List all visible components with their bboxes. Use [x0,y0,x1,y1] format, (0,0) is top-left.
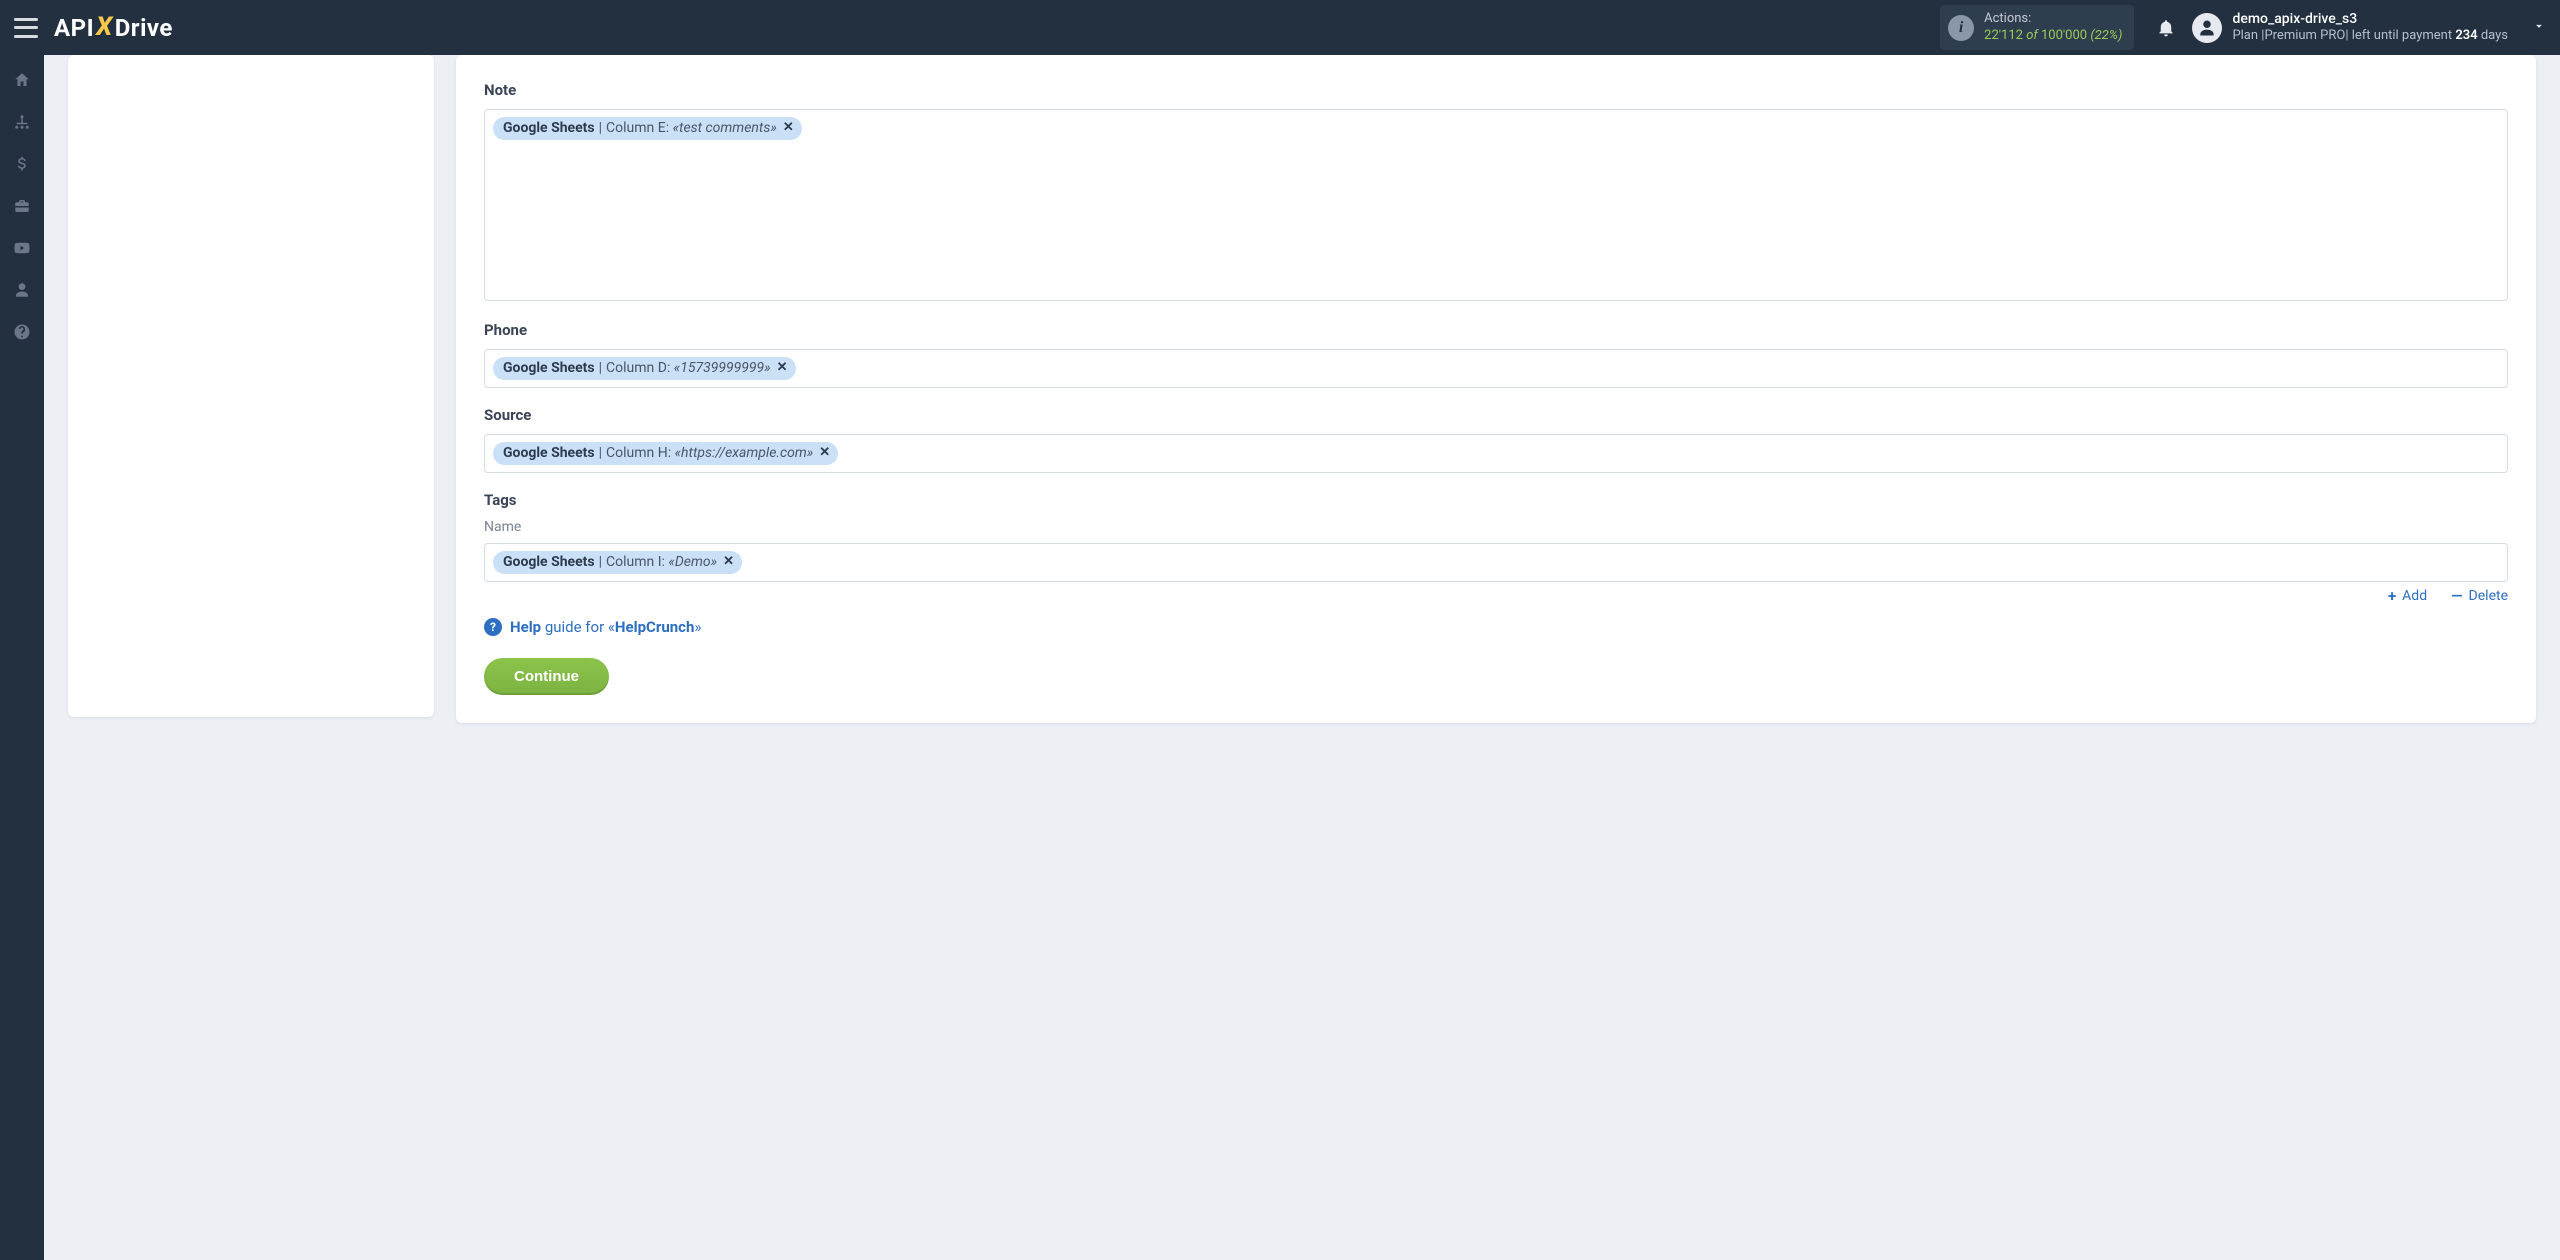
help-word: Help [510,618,541,636]
chip-value: «test comments» [673,119,777,137]
chip-remove-icon[interactable]: ✕ [723,553,734,571]
info-icon: i [1948,15,1974,41]
user-text: demo_apix-drive_s3 Plan |Premium PRO| le… [2232,11,2508,45]
actions-usage-chip[interactable]: i Actions: 22'112 of 100'000 (22%) [1940,5,2134,50]
delete-tag-link[interactable]: — Delete [2451,588,2508,604]
chip-value: «15739999999» [674,359,771,377]
chip-phone[interactable]: Google Sheets | Column D: «15739999999» … [493,357,796,380]
nav-account[interactable] [0,269,44,311]
field-box-note[interactable]: Google Sheets | Column E: «test comments… [484,109,2508,301]
nav-billing[interactable] [0,143,44,185]
add-label: Add [2402,588,2427,604]
chip-remove-icon[interactable]: ✕ [783,119,794,137]
chevron-down-icon[interactable] [2532,19,2546,37]
add-tag-link[interactable]: + Add [2388,588,2427,604]
brand-logo[interactable]: API X Drive [54,13,173,43]
brand-part-x: X [96,12,113,42]
delete-label: Delete [2469,588,2508,604]
workspace: Note Google Sheets | Column E: «test com… [44,55,2560,1260]
chip-source: Google Sheets [503,553,595,571]
nav-home[interactable] [0,59,44,101]
notifications-bell-icon[interactable] [2148,10,2184,46]
label-source: Source [484,406,2508,424]
user-plan-line: Plan |Premium PRO| left until payment 23… [2232,28,2508,44]
actions-values: 22'112 of 100'000 (22%) [1984,28,2122,44]
chip-column: Column I: [606,553,665,571]
topbar: API X Drive i Actions: 22'112 of 100'000… [0,0,2560,55]
chip-column: Column E: [606,119,669,137]
mapping-form-panel: Note Google Sheets | Column E: «test com… [456,55,2536,723]
label-tags: Tags [484,491,2508,509]
actions-label: Actions: [1984,11,2122,27]
menu-toggle[interactable] [14,18,38,38]
field-box-source[interactable]: Google Sheets | Column H: «https://examp… [484,434,2508,473]
field-box-phone[interactable]: Google Sheets | Column D: «15739999999» … [484,349,2508,388]
brand-part-api: API [54,14,94,42]
chip-source: Google Sheets [503,444,595,462]
user-name: demo_apix-drive_s3 [2232,11,2508,29]
nav-help[interactable] [0,311,44,353]
nav-briefcase[interactable] [0,185,44,227]
help-guide-link[interactable]: ? Help guide for «HelpCrunch» [484,618,2508,636]
tags-actions-row: + Add — Delete [484,588,2508,604]
plus-icon: + [2388,589,2396,604]
chip-source: Google Sheets [503,359,595,377]
chip-source: Google Sheets [503,119,595,137]
avatar-icon [2192,13,2222,43]
chip-tags[interactable]: Google Sheets | Column I: «Demo» ✕ [493,551,742,574]
sublabel-tags-name: Name [484,519,2508,535]
chip-value: «Demo» [668,553,717,571]
nav-connections[interactable] [0,101,44,143]
chip-column: Column H: [606,444,671,462]
left-nav-rail [0,55,44,1260]
label-phone: Phone [484,321,2508,339]
chip-value: «https://example.com» [675,444,814,462]
continue-button[interactable]: Continue [484,658,609,695]
chip-source-field[interactable]: Google Sheets | Column H: «https://examp… [493,442,838,465]
user-menu[interactable]: demo_apix-drive_s3 Plan |Premium PRO| le… [2192,11,2508,45]
field-box-tags-name[interactable]: Google Sheets | Column I: «Demo» ✕ [484,543,2508,582]
help-icon: ? [484,618,502,636]
chip-note[interactable]: Google Sheets | Column E: «test comments… [493,117,802,140]
chip-remove-icon[interactable]: ✕ [819,444,830,462]
label-note: Note [484,81,2508,99]
minus-icon: — [2451,589,2462,604]
brand-part-drive: Drive [115,14,173,42]
chip-column: Column D: [606,359,670,377]
chip-remove-icon[interactable]: ✕ [777,359,788,377]
left-panel [68,55,434,717]
nav-youtube[interactable] [0,227,44,269]
